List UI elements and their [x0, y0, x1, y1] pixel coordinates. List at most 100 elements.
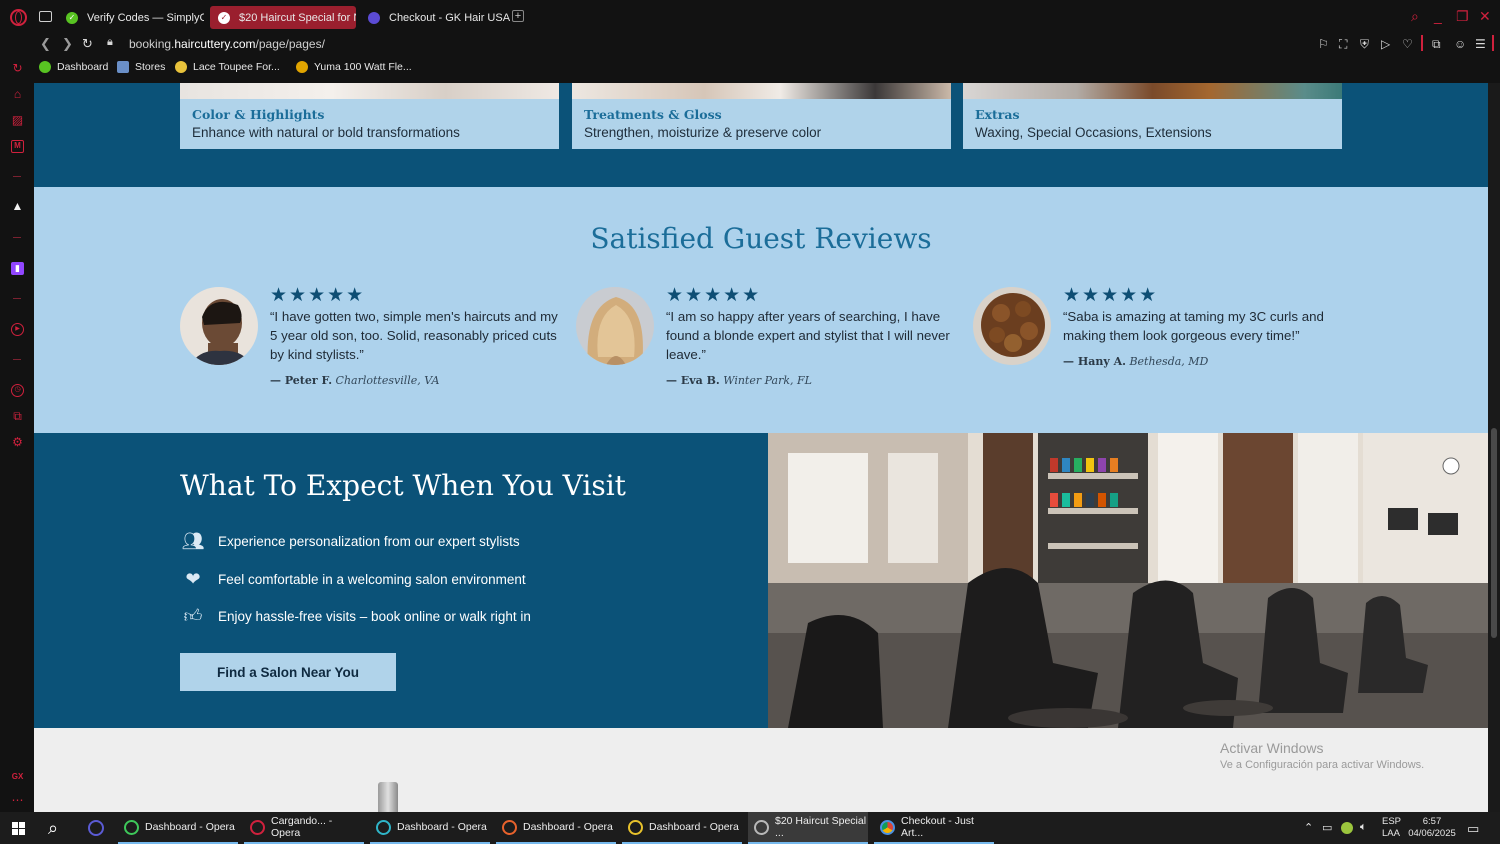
taskbar-app-active[interactable]: $20 Haircut Special ... — [748, 812, 868, 844]
reload-icon[interactable]: ↻ — [82, 36, 93, 52]
ai-assistant-icon[interactable]: ⌂ — [11, 88, 24, 101]
opera-taskbar-icon[interactable] — [88, 820, 104, 836]
app-tray-icon[interactable] — [1341, 822, 1353, 834]
url-prefix: booking. — [129, 37, 175, 51]
find-salon-button[interactable]: Find a Salon Near You — [180, 653, 396, 691]
network-icon[interactable]: ▭ — [1322, 821, 1332, 834]
heart-icon[interactable]: ♡ — [1402, 37, 1413, 51]
tiktok-icon[interactable]: ▲ — [11, 200, 24, 213]
taskbar-app[interactable]: Dashboard - Opera — [496, 812, 616, 844]
minimize-icon[interactable]: _ — [1434, 8, 1442, 24]
clock[interactable]: 6:57 04/06/2025 — [1408, 816, 1456, 840]
service-title: Extras — [975, 107, 1020, 122]
forward-icon[interactable]: ❯ — [62, 36, 73, 52]
tab-verify-codes[interactable]: ✓ Verify Codes — SimplyCo — [58, 6, 204, 29]
bookmark-dashboard[interactable]: Dashboard — [39, 61, 108, 73]
reviewer-name: — Hany A. — [1063, 355, 1126, 368]
heart-hands-icon: ❤ — [185, 569, 201, 589]
bookmark-icon[interactable]: ⚐ — [1318, 37, 1329, 51]
bookmark-favicon-icon — [39, 61, 51, 73]
sidebar-divider — [13, 176, 21, 177]
expect-item-text: Feel comfortable in a welcoming salon en… — [218, 571, 526, 587]
tab-favicon-icon — [368, 11, 380, 24]
reviewer-location: Winter Park, FL — [723, 374, 812, 387]
extensions-sidebar-icon[interactable]: ⧉ — [11, 410, 24, 423]
service-title: Treatments & Gloss — [584, 107, 722, 122]
taskbar-app[interactable]: Dashboard - Opera — [370, 812, 490, 844]
review-author: — Eva B. Winter Park, FL — [666, 374, 812, 387]
extensions-icon[interactable]: ⧉ — [1432, 37, 1441, 52]
service-desc: Enhance with natural or bold transformat… — [192, 125, 460, 140]
notifications-icon[interactable]: ▭ — [1467, 821, 1479, 837]
address-bar: ❮ ❯ ↻ 🔒︎ booking.haircuttery.com/page/pa… — [34, 34, 1500, 54]
service-card-treatments[interactable]: Treatments & Gloss Strengthen, moisturiz… — [572, 83, 951, 149]
rating-stars: ★★★★★ — [270, 285, 366, 306]
opera-app-icon — [754, 819, 769, 835]
restore-icon[interactable]: ❐ — [1456, 8, 1469, 25]
expect-item-text: Enjoy hassle-free visits – book online o… — [218, 608, 531, 624]
expect-item-text: Experience personalization from our expe… — [218, 533, 520, 549]
taskbar-app[interactable]: Cargando... - Opera — [244, 812, 364, 844]
language-indicator[interactable]: ESP LAA — [1382, 816, 1401, 840]
scrollbar-thumb[interactable] — [1491, 428, 1497, 638]
chrome-app-icon — [880, 819, 895, 835]
player-icon[interactable]: ▶ — [11, 323, 24, 336]
pinboard-icon[interactable]: ▨ — [11, 114, 24, 127]
reviewer-avatar — [180, 287, 258, 365]
windows-activation-watermark: Activar Windows Ve a Configuración para … — [1220, 740, 1424, 771]
close-window-icon[interactable]: ✕ — [1479, 8, 1491, 25]
messenger-icon[interactable]: M — [11, 140, 24, 153]
toolbar-divider — [1421, 35, 1423, 51]
url-field[interactable]: booking.haircuttery.com/page/pages/ — [129, 37, 325, 51]
review-card: ★★★★★ “Saba is amazing at taming my 3C c… — [973, 285, 1353, 397]
play-icon[interactable]: ▷ — [1381, 37, 1390, 51]
watermark-subtitle: Ve a Configuración para activar Windows. — [1220, 759, 1425, 771]
toolbar-divider — [1492, 35, 1494, 51]
shield-icon[interactable]: ⛨ — [1360, 37, 1369, 52]
service-card-extras[interactable]: Extras Waxing, Special Occasions, Extens… — [963, 83, 1342, 149]
lock-icon[interactable]: 🔒︎ — [107, 36, 113, 49]
back-icon[interactable]: ❮ — [40, 36, 51, 52]
browser-tab-bar: ✓ Verify Codes — SimplyCo ✓ $20 Haircut … — [0, 0, 1500, 34]
review-card: ★★★★★ “I am so happy after years of sear… — [576, 285, 956, 397]
taskbar-app[interactable]: Checkout - Just Art... — [874, 812, 994, 844]
chevron-up-icon[interactable]: ⌃ — [1304, 821, 1313, 834]
taskbar-app[interactable]: Dashboard - Opera — [118, 812, 238, 844]
opera-logo-icon[interactable] — [10, 9, 27, 26]
reviews-title: Satisfied Guest Reviews — [590, 222, 932, 255]
reviewer-avatar — [576, 287, 654, 365]
opera-app-icon — [376, 819, 391, 835]
opera-sidebar: ↻ ⌂ ▨ M ▲ ▮ ▶ ◷ ⧉ ⚙ GX ⋯ — [0, 34, 34, 812]
service-card-color[interactable]: Color & Highlights Enhance with natural … — [180, 83, 559, 149]
bookmark-stores[interactable]: Stores — [117, 61, 165, 73]
profile-icon[interactable]: ☺ — [1454, 37, 1466, 51]
menu-icon[interactable]: ☰ — [1475, 37, 1486, 51]
twitch-icon[interactable]: ▮ — [11, 262, 24, 275]
snapshot-icon[interactable] — [39, 11, 52, 22]
review-author: — Hany A. Bethesda, MD — [1063, 355, 1208, 368]
gx-icon[interactable]: GX — [11, 770, 24, 783]
settings-gear-icon[interactable]: ⚙ — [11, 436, 24, 449]
tab-checkout-gk-hair[interactable]: Checkout - GK Hair USA — [360, 6, 510, 29]
bookmark-yuma[interactable]: Yuma 100 Watt Fle... — [296, 61, 412, 73]
clock-icon[interactable]: ◷ — [11, 384, 24, 397]
windows-start-icon[interactable] — [12, 822, 25, 835]
bookmark-lace-toupee[interactable]: Lace Toupee For... — [175, 61, 280, 73]
watermark-title: Activar Windows — [1220, 740, 1324, 756]
rating-stars: ★★★★★ — [666, 285, 762, 306]
tab-favicon-icon: ✓ — [218, 11, 230, 24]
taskbar-app[interactable]: Dashboard - Opera — [622, 812, 742, 844]
search-tabs-icon[interactable]: ⌕ — [1411, 8, 1419, 25]
tab-haircut-special[interactable]: ✓ $20 Haircut Special for N — [210, 6, 356, 29]
new-tab-button[interactable]: + — [512, 10, 524, 22]
screenshot-icon[interactable]: ⛶ — [1339, 37, 1347, 52]
more-icon[interactable]: ⋯ — [11, 794, 24, 807]
bookmark-favicon-icon — [296, 61, 308, 73]
reviewer-name: — Peter F. — [270, 374, 333, 387]
history-sync-icon[interactable]: ↻ — [11, 62, 24, 75]
volume-icon[interactable]: 🔈︎ — [1360, 821, 1367, 834]
bookmark-favicon-icon — [117, 61, 129, 73]
search-icon[interactable]: ⌕ — [48, 818, 58, 839]
service-photo — [572, 83, 951, 99]
thumbs-up-icon: 👍︎ — [183, 606, 203, 626]
